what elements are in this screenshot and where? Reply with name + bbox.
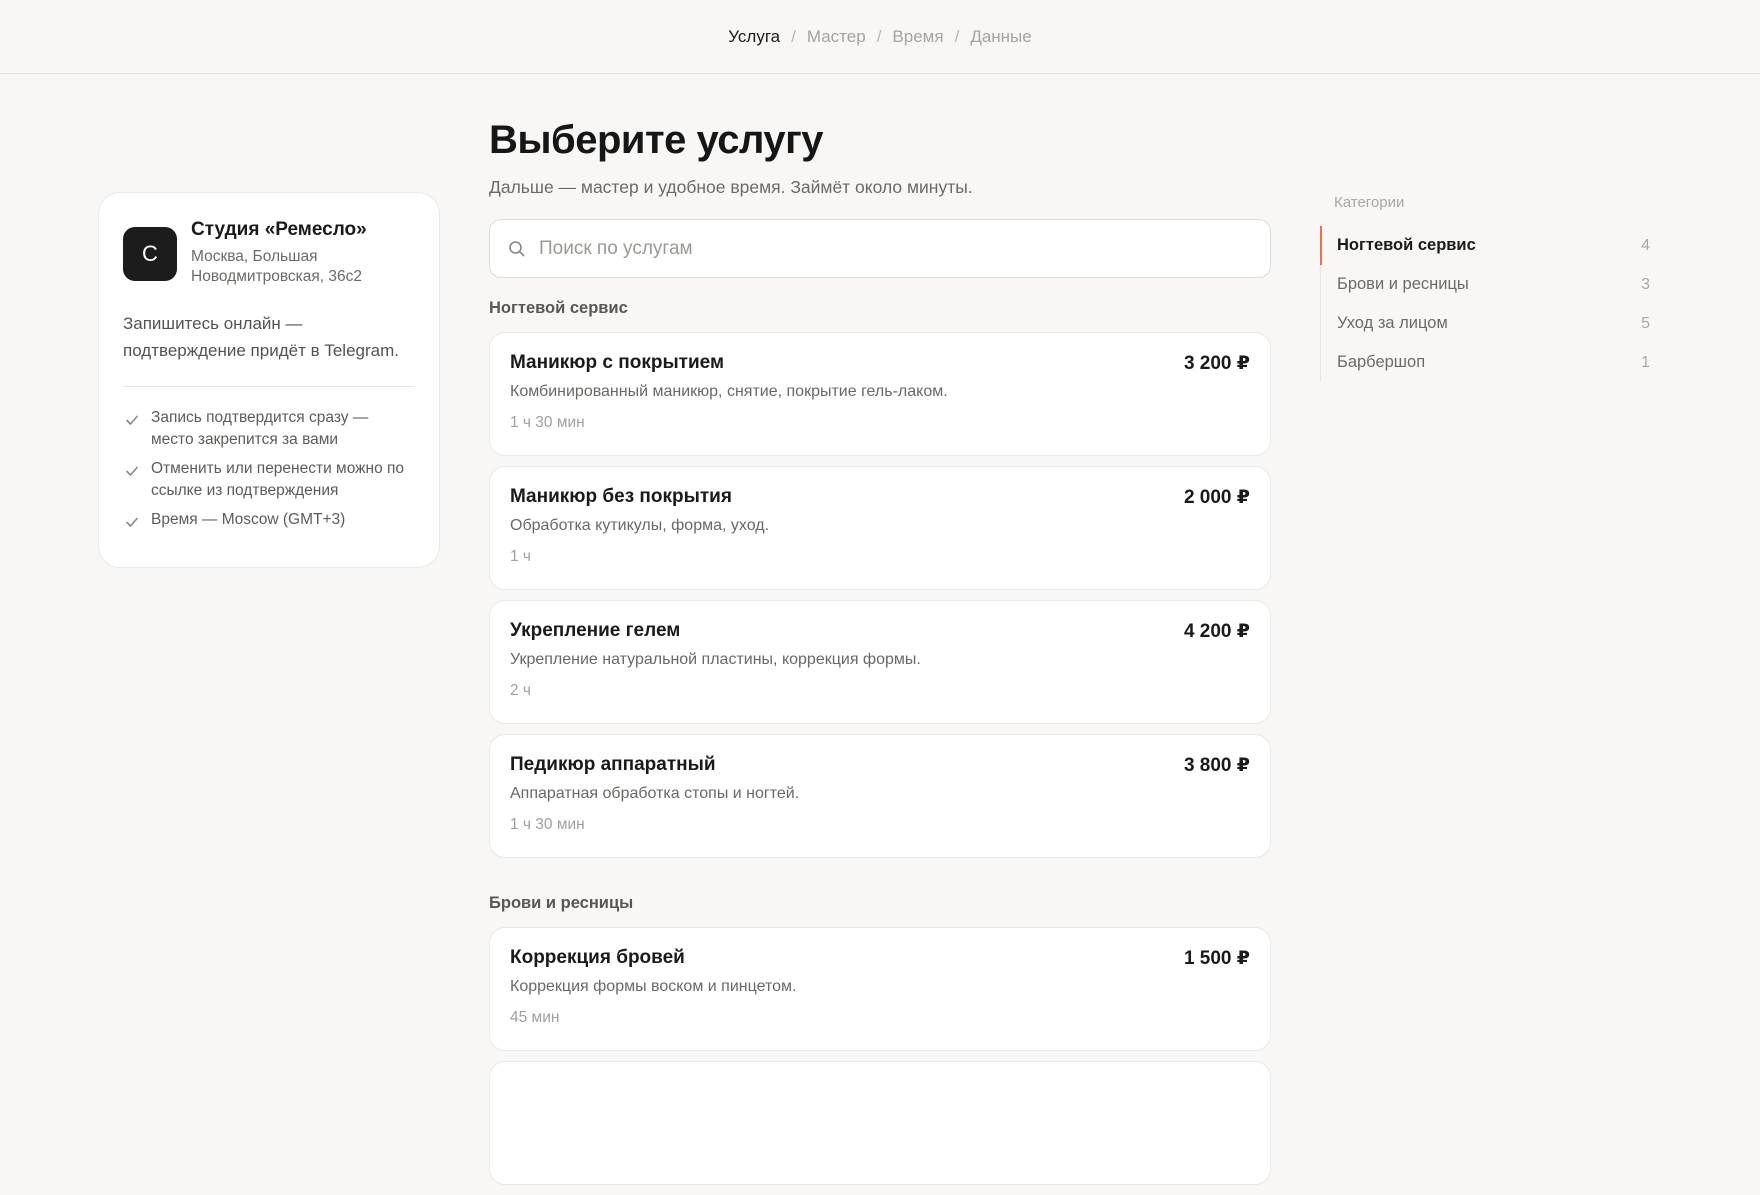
service-price: 2 000 ₽ (1183, 487, 1250, 508)
service-description: Коррекция формы воском и пинцетом. (510, 978, 797, 995)
avatar: С (123, 227, 177, 281)
category-label: Брови и ресницы (1337, 275, 1469, 293)
check-icon (126, 416, 138, 426)
service-name: Укрепление гелем (510, 620, 681, 641)
service-name: Маникюр с покрытием (510, 352, 725, 373)
breadcrumb-step-master[interactable]: Мастер (805, 27, 868, 47)
category-heading: Категории (1334, 194, 1405, 211)
benefit-text: Отменить или перенести можно по ссылке и… (151, 460, 405, 500)
service-name: Маникюр без покрытия (510, 486, 732, 507)
service-description: Аппаратная обработка стопы и ногтей. (510, 785, 800, 802)
breadcrumb-separator: / (791, 26, 796, 46)
search-icon (509, 240, 525, 256)
breadcrumb-step-data[interactable]: Данные (968, 27, 1033, 47)
studio-info: Студия «Ремесло» Москва, Большая Новодми… (191, 218, 391, 287)
page-title: Выберите услугу (489, 118, 824, 162)
benefit-item: Отменить или перенести можно по ссылке и… (123, 458, 415, 502)
search-input[interactable] (539, 237, 1239, 260)
category-count: 1 (1641, 353, 1650, 371)
service-card[interactable]: Маникюр без покрытия 2 000 ₽ Обработка к… (489, 466, 1271, 590)
service-card[interactable]: Коррекция бровей 1 500 ₽ Коррекция формы… (489, 927, 1271, 1051)
service-duration: 1 ч (510, 548, 532, 565)
category-label: Барбершоп (1337, 353, 1426, 371)
category-count: 3 (1641, 275, 1650, 293)
search-box[interactable] (489, 219, 1271, 278)
category-count: 4 (1641, 236, 1650, 254)
service-price: 3 800 ₽ (1183, 755, 1250, 776)
service-name: Коррекция бровей (510, 947, 685, 968)
service-description: Обработка кутикулы, форма, уход. (510, 517, 770, 534)
breadcrumb-separator: / (876, 26, 882, 46)
section-title-brows: Брови и ресницы (489, 894, 634, 912)
benefit-text: Время — Moscow (GMT+3) (151, 511, 346, 529)
service-price: 3 200 ₽ (1183, 353, 1250, 374)
breadcrumb-separator: / (954, 26, 960, 46)
service-duration: 1 ч 30 мин (510, 816, 585, 833)
category-label: Уход за лицом (1337, 314, 1448, 332)
check-icon (126, 518, 138, 528)
benefit-text: Запись подтвердится сразу — место закреп… (151, 409, 369, 449)
service-card[interactable]: Педикюр аппаратный 3 800 ₽ Аппаратная об… (489, 734, 1271, 858)
studio-description: Запишитесь онлайн — подтверждение придёт… (123, 314, 399, 361)
benefit-item: Запись подтвердится сразу — место закреп… (123, 407, 415, 451)
category-count: 5 (1641, 314, 1650, 332)
service-card[interactable]: Маникюр с покрытием 3 200 ₽ Комбинирован… (489, 332, 1271, 456)
benefit-item: Время — Moscow (GMT+3) (123, 509, 415, 531)
service-card[interactable]: Укрепление гелем 4 200 ₽ Укрепление нату… (489, 600, 1271, 724)
service-price: 1 500 ₽ (1183, 948, 1250, 969)
studio-address: Москва, Большая Новодмитровская, 36с2 (191, 247, 363, 285)
divider (123, 386, 415, 388)
service-list-nails: Маникюр с покрытием 3 200 ₽ Комбинирован… (489, 332, 1271, 858)
category-item-brows[interactable]: Брови и ресницы 3 (1321, 265, 1650, 304)
main-content: Выберите услугу Дальше — мастер и удобно… (489, 118, 1271, 1195)
category-label: Ногтевой сервис (1337, 236, 1476, 254)
breadcrumb: Услуга / Мастер / Время / Данные (0, 0, 1760, 74)
service-price: 4 200 ₽ (1183, 621, 1250, 642)
service-card[interactable] (489, 1061, 1271, 1185)
page-subtitle: Дальше — мастер и удобное время. Займёт … (489, 177, 973, 197)
service-description: Укрепление натуральной пластины, коррекц… (510, 651, 921, 668)
service-name: Педикюр аппаратный (510, 754, 716, 775)
category-item-face[interactable]: Уход за лицом 5 (1321, 304, 1650, 343)
service-description: Комбинированный маникюр, снятие, покрыти… (510, 383, 948, 400)
studio-header: С Студия «Ремесло» Москва, Большая Новод… (123, 218, 415, 287)
category-nav: Категории Ногтевой сервис 4 Брови и ресн… (1320, 194, 1650, 382)
benefits-list: Запись подтвердится сразу — место закреп… (123, 407, 415, 531)
category-list: Ногтевой сервис 4 Брови и ресницы 3 Уход… (1320, 226, 1650, 382)
service-duration: 1 ч 30 мин (510, 414, 585, 431)
service-duration: 45 мин (510, 1009, 560, 1026)
category-item-barber[interactable]: Барбершоп 1 (1321, 343, 1650, 382)
service-list-brows: Коррекция бровей 1 500 ₽ Коррекция формы… (489, 927, 1271, 1185)
section-title-nails: Ногтевой сервис (489, 299, 628, 317)
category-item-nails[interactable]: Ногтевой сервис 4 (1320, 226, 1650, 265)
studio-name: Студия «Ремесло» (191, 219, 367, 240)
check-icon (126, 467, 138, 477)
breadcrumb-step-service[interactable]: Услуга (726, 27, 782, 47)
studio-card: С Студия «Ремесло» Москва, Большая Новод… (98, 192, 440, 568)
service-duration: 2 ч (510, 682, 532, 699)
breadcrumb-step-time[interactable]: Время (890, 27, 945, 47)
